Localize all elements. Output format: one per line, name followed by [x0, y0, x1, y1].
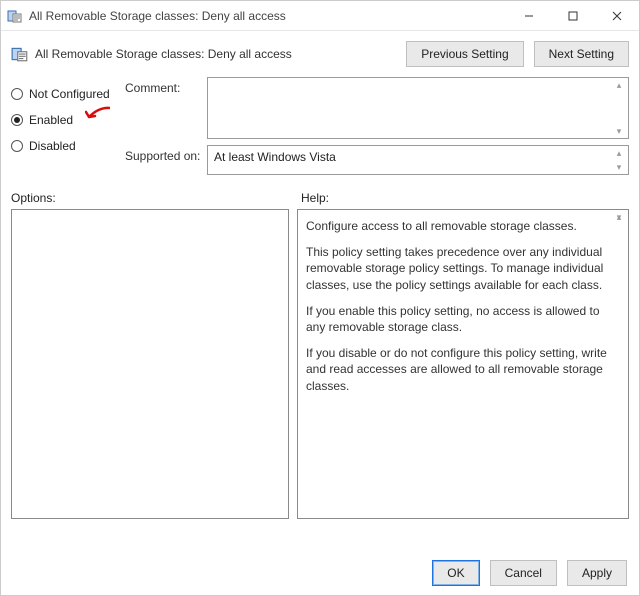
policy-fields: Comment: ▴ ▾ Supported on: At least Wind… [125, 77, 629, 181]
policy-editor-window: All Removable Storage classes: Deny all … [0, 0, 640, 596]
radio-label: Disabled [29, 139, 76, 153]
comment-label: Comment: [125, 77, 207, 139]
supported-on-box: At least Windows Vista ▴ ▾ [207, 145, 629, 175]
scroll-up-icon[interactable]: ▴ [611, 79, 627, 91]
window-controls [507, 1, 639, 31]
minimize-button[interactable] [507, 1, 551, 31]
dialog-footer: OK Cancel Apply [1, 551, 639, 595]
previous-setting-button[interactable]: Previous Setting [406, 41, 523, 67]
radio-icon [11, 140, 23, 152]
cancel-button[interactable]: Cancel [490, 560, 557, 586]
radio-label: Enabled [29, 113, 73, 127]
help-text: Configure access to all removable storag… [306, 218, 610, 234]
radio-not-configured[interactable]: Not Configured [11, 81, 121, 107]
maximize-button[interactable] [551, 1, 595, 31]
help-text: If you enable this policy setting, no ac… [306, 303, 610, 335]
panels: ▴ ▾ Configure access to all removable st… [1, 209, 639, 551]
radio-icon [11, 88, 23, 100]
apply-button[interactable]: Apply [567, 560, 627, 586]
close-button[interactable] [595, 1, 639, 31]
help-text: If you disable or do not configure this … [306, 345, 610, 394]
header-row: All Removable Storage classes: Deny all … [1, 31, 639, 71]
radio-label: Not Configured [29, 87, 110, 101]
radio-disabled[interactable]: Disabled [11, 133, 121, 159]
options-panel [11, 209, 289, 519]
panel-labels: Options: Help: [1, 189, 639, 209]
ok-button[interactable]: OK [432, 560, 479, 586]
help-text: This policy setting takes precedence ove… [306, 244, 610, 293]
supported-label: Supported on: [125, 145, 207, 175]
annotation-arrow-icon [85, 105, 111, 123]
radio-enabled[interactable]: Enabled [11, 107, 121, 133]
policy-icon [7, 8, 23, 24]
next-setting-button[interactable]: Next Setting [534, 41, 629, 67]
policy-title: All Removable Storage classes: Deny all … [35, 47, 406, 61]
scroll-up-icon[interactable]: ▴ [611, 147, 627, 159]
scroll-down-icon[interactable]: ▾ [611, 161, 627, 173]
help-label: Help: [301, 191, 629, 205]
scroll-buttons: ▴ ▾ [611, 79, 627, 137]
state-radio-group: Not Configured Enabled Disabled [11, 77, 121, 181]
comment-textarea[interactable]: ▴ ▾ [207, 77, 629, 139]
scroll-buttons: ▴ ▾ [611, 211, 627, 223]
supported-on-text: At least Windows Vista [214, 150, 336, 164]
settings-area: Not Configured Enabled Disabled Comment [1, 71, 639, 189]
scroll-down-icon[interactable]: ▾ [611, 125, 627, 137]
policy-icon [11, 45, 29, 63]
scroll-down-icon[interactable]: ▾ [611, 211, 627, 223]
scroll-buttons: ▴ ▾ [611, 147, 627, 173]
options-label: Options: [11, 191, 301, 205]
window-title: All Removable Storage classes: Deny all … [29, 9, 507, 23]
help-panel: ▴ ▾ Configure access to all removable st… [297, 209, 629, 519]
titlebar: All Removable Storage classes: Deny all … [1, 1, 639, 31]
radio-icon [11, 114, 23, 126]
